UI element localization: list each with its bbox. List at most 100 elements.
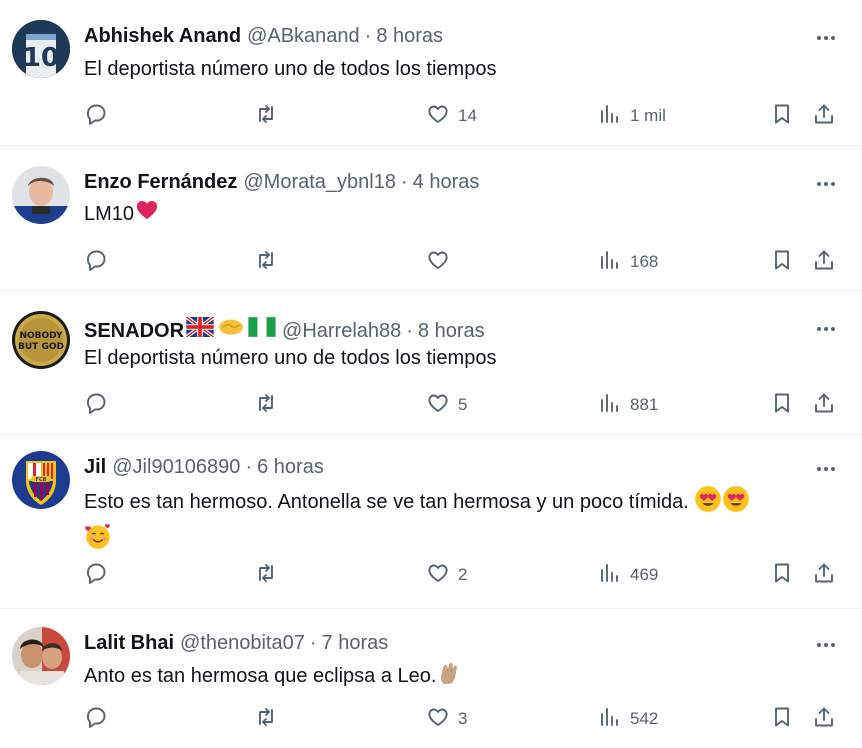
reply-button[interactable] <box>84 248 108 276</box>
avatar[interactable] <box>12 166 70 224</box>
author-handle[interactable]: @ABkanand <box>247 24 360 48</box>
like-button[interactable]: 14 <box>426 102 477 130</box>
action-bar: 14 1 mil <box>84 102 840 130</box>
bookmark-button[interactable] <box>770 561 794 589</box>
pinched-fingers-emoji-icon <box>436 659 462 696</box>
author-name[interactable]: Jil <box>84 455 106 479</box>
reply-button[interactable] <box>84 102 108 130</box>
views-icon <box>598 561 622 590</box>
tweet-text: El deportista número uno de todos los ti… <box>84 347 497 369</box>
separator-dot: · <box>364 25 372 47</box>
retweet-button[interactable] <box>254 561 278 589</box>
avatar[interactable] <box>12 627 70 685</box>
author-name[interactable]: SENADOR <box>84 319 184 343</box>
more-icon[interactable] <box>814 172 838 196</box>
bookmark-icon <box>770 248 794 277</box>
share-icon <box>812 705 836 734</box>
tweet[interactable]: FCB Jil @Jil90106890 · 6 horas Esto es t… <box>0 435 862 609</box>
view-count: 168 <box>630 252 659 271</box>
red-heart-emoji-icon <box>134 198 160 231</box>
bookmark-button[interactable] <box>770 705 794 733</box>
share-button[interactable] <box>812 391 836 419</box>
share-button[interactable] <box>812 705 836 733</box>
more-icon[interactable] <box>814 633 838 657</box>
author-name[interactable]: Lalit Bhai <box>84 631 174 655</box>
views-button[interactable]: 881 <box>598 391 658 419</box>
like-icon <box>426 102 450 131</box>
reply-button[interactable] <box>84 705 108 733</box>
author-handle[interactable]: @thenobita07 <box>180 631 305 655</box>
avatar[interactable]: 10 <box>12 20 70 78</box>
svg-text:FCB: FCB <box>36 477 47 483</box>
svg-text:NOBODY: NOBODY <box>19 331 63 341</box>
like-button[interactable]: 3 <box>426 705 467 733</box>
retweet-button[interactable] <box>254 102 278 130</box>
author-name[interactable]: Abhishek Anand <box>84 24 241 48</box>
views-icon <box>598 248 622 277</box>
share-button[interactable] <box>812 102 836 130</box>
share-button[interactable] <box>812 561 836 589</box>
views-button[interactable]: 469 <box>598 561 658 589</box>
view-count: 881 <box>630 395 659 414</box>
more-icon[interactable] <box>814 26 838 50</box>
like-count: 5 <box>458 395 468 414</box>
bookmark-button[interactable] <box>770 102 794 130</box>
separator-dot: · <box>406 320 413 342</box>
action-bar: 5 881 <box>84 391 840 419</box>
like-button[interactable]: 5 <box>426 391 467 419</box>
tweet-text: Anto es tan hermosa que eclipsa a Leo. <box>84 665 437 687</box>
reply-icon <box>84 561 108 590</box>
bookmark-icon <box>770 561 794 590</box>
like-button[interactable]: 2 <box>426 561 467 589</box>
timestamp[interactable]: 8 horas <box>418 319 485 343</box>
more-icon[interactable] <box>814 317 838 341</box>
author-name[interactable]: Enzo Fernández <box>84 170 237 194</box>
bookmark-button[interactable] <box>770 248 794 276</box>
share-icon <box>812 248 836 277</box>
handshake-icon <box>218 315 244 343</box>
avatar[interactable]: NOBODY BUT GOD <box>12 311 70 369</box>
views-button[interactable]: 542 <box>598 705 658 733</box>
uk-flag-icon <box>185 315 215 343</box>
view-count: 1 mil <box>630 106 666 125</box>
author-handle[interactable]: @Morata_ybnl18 <box>243 170 396 194</box>
share-icon <box>812 561 836 590</box>
views-button[interactable]: 1 mil <box>598 102 666 130</box>
like-button[interactable] <box>426 248 458 276</box>
smiling-face-with-hearts-emoji-icon <box>84 522 112 559</box>
nigeria-flag-icon <box>248 316 276 343</box>
bookmark-button[interactable] <box>770 391 794 419</box>
view-count: 469 <box>630 565 659 584</box>
view-count: 542 <box>630 709 659 728</box>
reply-icon <box>84 391 108 420</box>
timestamp[interactable]: 4 horas <box>413 170 480 194</box>
avatar[interactable]: FCB <box>12 451 70 509</box>
timestamp[interactable]: 6 horas <box>257 455 324 479</box>
like-icon <box>426 561 450 590</box>
more-icon[interactable] <box>814 457 838 481</box>
author-handle[interactable]: @Harrelah88 <box>282 319 401 343</box>
retweet-button[interactable] <box>254 391 278 419</box>
author-handle[interactable]: @Jil90106890 <box>112 455 240 479</box>
timestamp[interactable]: 7 horas <box>322 631 389 655</box>
tweet[interactable]: Enzo Fernández @Morata_ybnl18 · 4 horas … <box>0 146 862 291</box>
reply-button[interactable] <box>84 391 108 419</box>
like-icon <box>426 705 450 734</box>
tweet[interactable]: 10 Abhishek Anand @ABkanand · 8 horas El… <box>0 0 862 146</box>
retweet-button[interactable] <box>254 705 278 733</box>
tweet[interactable]: NOBODY BUT GOD SENADOR @Harrelah88 · 8 h… <box>0 291 862 435</box>
svg-text:BUT GOD: BUT GOD <box>18 342 64 352</box>
retweet-button[interactable] <box>254 248 278 276</box>
views-button[interactable]: 168 <box>598 248 658 276</box>
reply-button[interactable] <box>84 561 108 589</box>
tweet-text-row: Anto es tan hermosa que eclipsa a Leo. <box>84 659 802 696</box>
like-icon <box>426 391 450 420</box>
bookmark-icon <box>770 705 794 734</box>
timestamp[interactable]: 8 horas <box>376 24 443 48</box>
views-icon <box>598 391 622 420</box>
tweet[interactable]: Lalit Bhai @thenobita07 · 7 horas Anto e… <box>0 609 862 748</box>
heart-eyes-emoji-icon <box>694 485 722 522</box>
share-button[interactable] <box>812 248 836 276</box>
views-icon <box>598 102 622 131</box>
tweet-text-row: Esto es tan hermoso. Antonella se ve tan… <box>84 485 832 559</box>
